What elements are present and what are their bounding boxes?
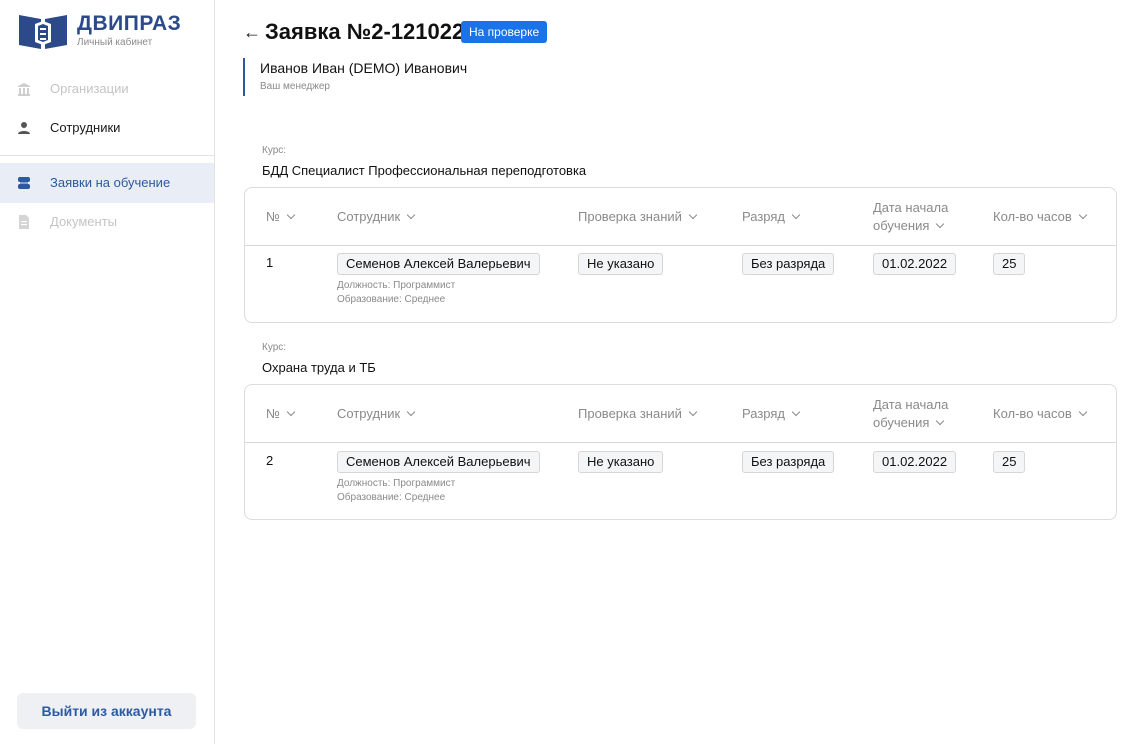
rank-chip[interactable]: Без разряда: [742, 451, 835, 473]
brand-name: ДВИПРАЗ: [77, 12, 182, 35]
row-number: 1: [266, 255, 274, 270]
column-header-hours[interactable]: Кол-во часов: [993, 405, 1088, 423]
employee-education: Образование: Среднее: [337, 492, 446, 503]
chevron-down-icon: [936, 219, 945, 229]
column-header-rank[interactable]: Разряд: [742, 208, 801, 226]
employee-chip[interactable]: Семенов Алексей Валерьевич: [337, 451, 540, 473]
manager-card: Иванов Иван (DEMO) Иванович Ваш менеджер: [243, 58, 467, 96]
knowledge-check-chip[interactable]: Не указано: [578, 451, 664, 473]
chevron-down-icon: [688, 210, 698, 220]
knowledge-check-chip[interactable]: Не указано: [578, 253, 664, 275]
chevron-down-icon: [1078, 407, 1088, 417]
brand-subtitle: Личный кабинет: [77, 37, 153, 48]
chevron-down-icon: [791, 407, 801, 417]
sidebar-item-documents[interactable]: Документы: [0, 202, 214, 242]
hours-chip[interactable]: 25: [993, 451, 1026, 473]
table-header: № Сотрудник Проверка знаний Разряд Дата …: [245, 188, 1116, 246]
chevron-down-icon: [286, 407, 296, 417]
employee-position: Должность: Программист: [337, 478, 456, 489]
sidebar: ДВИПРАЗ Личный кабинет Организации Сотру…: [0, 0, 215, 744]
column-header-knowledge-check[interactable]: Проверка знаний: [578, 405, 698, 423]
sidebar-item-training-requests[interactable]: Заявки на обучение: [0, 163, 214, 203]
row-number: 2: [266, 453, 274, 468]
back-arrow-icon[interactable]: ←: [243, 20, 261, 44]
sidebar-item-organizations[interactable]: Организации: [0, 69, 214, 109]
course-caption: Курс:: [262, 342, 287, 353]
chevron-down-icon: [688, 407, 698, 417]
column-header-knowledge-check[interactable]: Проверка знаний: [578, 208, 698, 226]
chevron-down-icon: [1078, 210, 1088, 220]
sidebar-item-label: Сотрудники: [50, 120, 121, 135]
chevron-down-icon: [286, 210, 296, 220]
start-date-chip[interactable]: 01.02.2022: [873, 253, 957, 275]
chevron-down-icon: [406, 210, 416, 220]
employee-position: Должность: Программист: [337, 280, 456, 291]
sidebar-item-employees[interactable]: Сотрудники: [0, 108, 214, 148]
column-header-start-date[interactable]: Дата начала обучения: [873, 396, 948, 432]
chevron-down-icon: [936, 416, 945, 426]
sidebar-item-label: Организации: [50, 81, 129, 96]
rank-chip[interactable]: Без разряда: [742, 253, 835, 275]
chevron-down-icon: [406, 407, 416, 417]
sidebar-item-label: Заявки на обучение: [50, 175, 171, 190]
hours-chip[interactable]: 25: [993, 253, 1026, 275]
start-date-chip[interactable]: 01.02.2022: [873, 451, 957, 473]
stack-icon: [18, 177, 30, 189]
column-header-hours[interactable]: Кол-во часов: [993, 208, 1088, 226]
person-icon: [18, 122, 30, 134]
logout-button[interactable]: Выйти из аккаунта: [17, 693, 196, 729]
course-caption: Курс:: [262, 145, 287, 156]
document-icon: [19, 215, 29, 229]
chevron-down-icon: [791, 210, 801, 220]
logo-book-icon: [19, 15, 67, 49]
employee-education: Образование: Среднее: [337, 294, 446, 305]
column-header-rank[interactable]: Разряд: [742, 405, 801, 423]
table-header: № Сотрудник Проверка знаний Разряд Дата …: [245, 385, 1116, 443]
employee-chip[interactable]: Семенов Алексей Валерьевич: [337, 253, 540, 275]
course-name: БДД Специалист Профессиональная переподг…: [262, 163, 587, 178]
column-header-num[interactable]: №: [266, 208, 296, 226]
building-icon: [18, 83, 30, 96]
column-header-num[interactable]: №: [266, 405, 296, 423]
sidebar-divider: [0, 155, 214, 156]
column-header-start-date[interactable]: Дата начала обучения: [873, 199, 948, 235]
column-header-employee[interactable]: Сотрудник: [337, 208, 416, 226]
status-badge: На проверке: [461, 21, 548, 43]
column-header-employee[interactable]: Сотрудник: [337, 405, 416, 423]
page-title: Заявка №2-121022: [265, 19, 465, 44]
manager-role: Ваш менеджер: [260, 81, 330, 92]
logo[interactable]: ДВИПРАЗ Личный кабинет: [17, 12, 181, 50]
manager-name: Иванов Иван (DEMO) Иванович: [260, 60, 468, 76]
course-table: № Сотрудник Проверка знаний Разряд Дата …: [244, 187, 1117, 323]
course-name: Охрана труда и ТБ: [262, 360, 376, 375]
course-table: № Сотрудник Проверка знаний Разряд Дата …: [244, 384, 1117, 520]
sidebar-item-label: Документы: [50, 214, 118, 229]
